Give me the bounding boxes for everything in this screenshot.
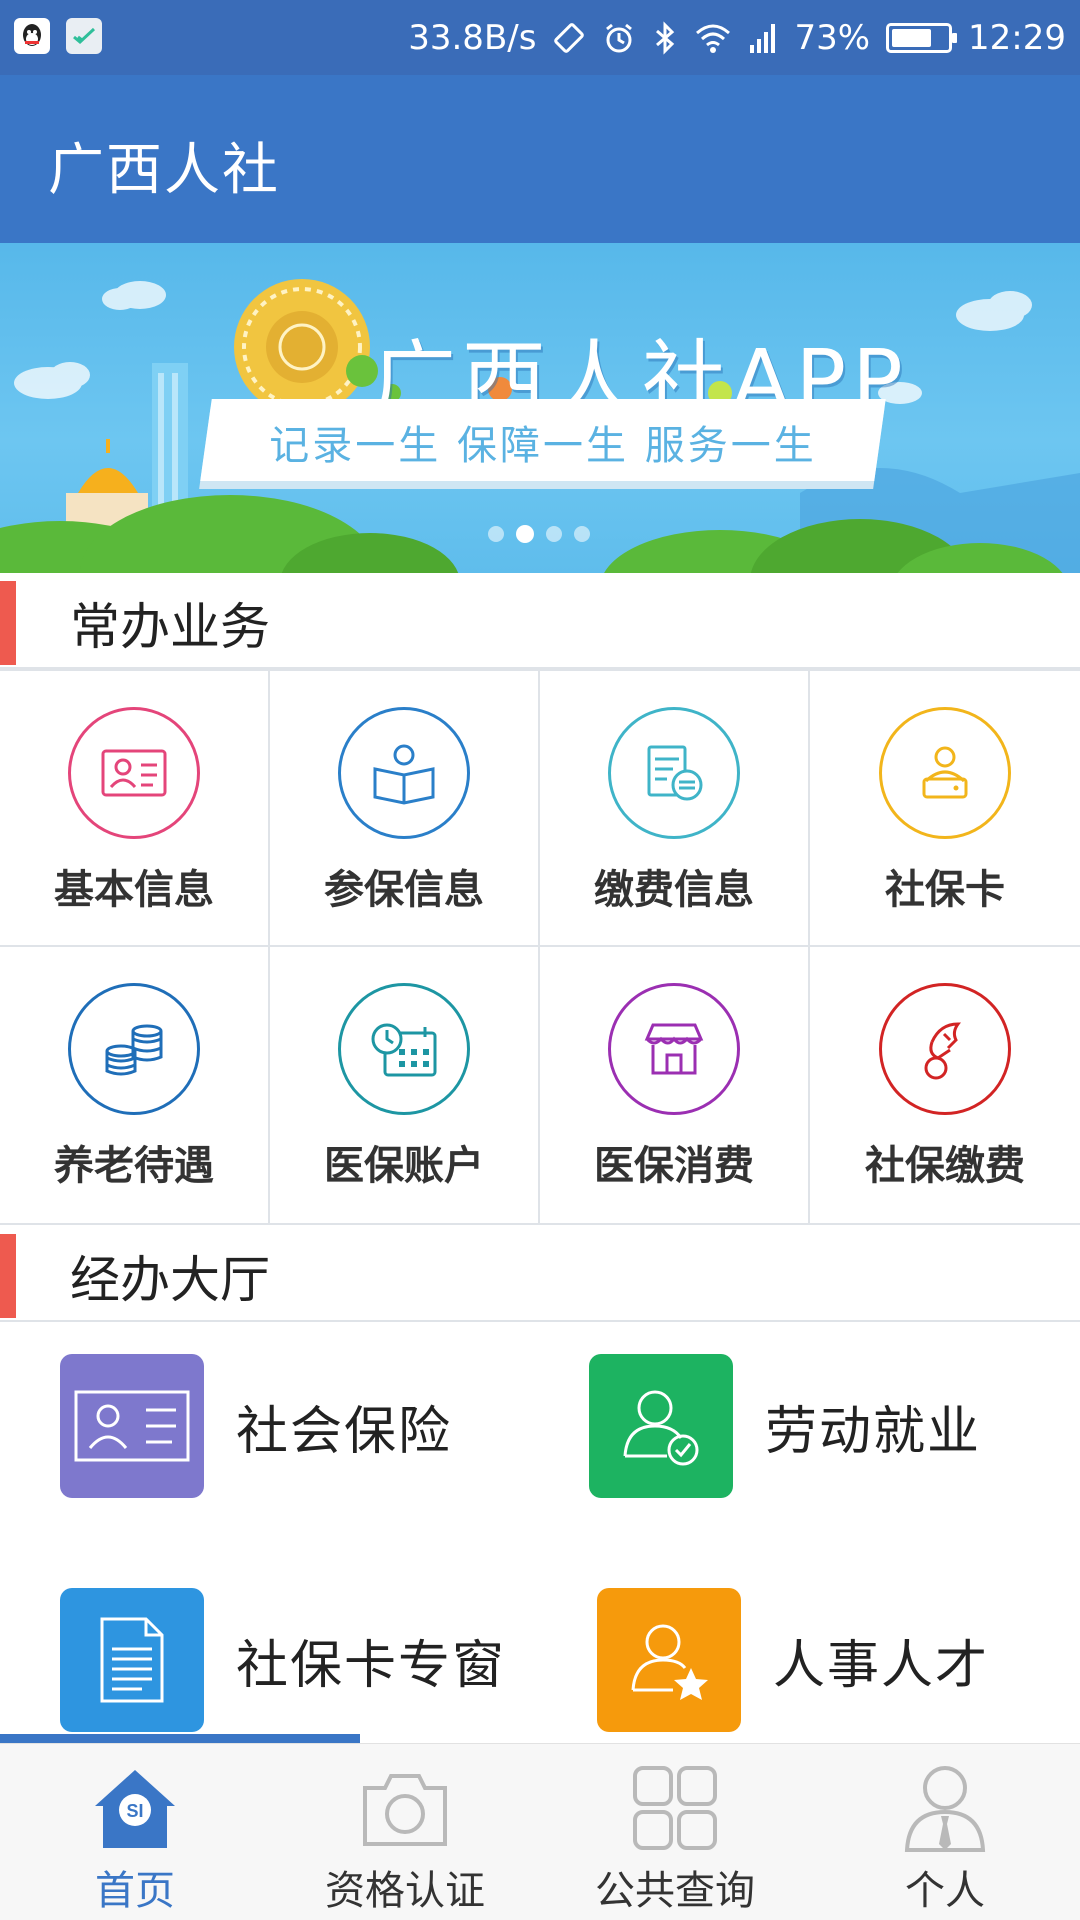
service-medical-consumption[interactable]: 医保消费 [540, 947, 810, 1223]
service-label: 医保消费 [594, 1143, 754, 1189]
qq-icon [14, 18, 50, 54]
service-label: 社保卡 [885, 867, 1005, 913]
bluetooth-icon [652, 20, 678, 55]
nav-home[interactable]: SI 首页 [0, 1744, 270, 1920]
id-card-icon [68, 707, 200, 839]
nav-label: 个人 [905, 1868, 985, 1914]
payment-document-icon [608, 707, 740, 839]
service-label: 参保信息 [324, 867, 484, 913]
nav-public-query[interactable]: 公共查询 [540, 1744, 810, 1920]
camera-icon [355, 1758, 455, 1858]
hall-item-label: 劳动就业 [765, 1401, 982, 1462]
home-icon: SI [85, 1758, 185, 1858]
grid-icon [625, 1758, 725, 1858]
signal-icon [748, 21, 778, 55]
battery-icon [886, 22, 958, 53]
card-reader-icon [879, 707, 1011, 839]
hall-item-label: 社会保险 [236, 1401, 453, 1462]
notification-icons [14, 18, 102, 54]
status-bar: 33.8B/s 73% 12:29 [0, 0, 1080, 75]
rotate-icon [552, 21, 586, 55]
carousel-dots [488, 525, 590, 543]
service-basic-info[interactable]: 基本信息 [0, 671, 270, 947]
user-icon [895, 1758, 995, 1858]
service-payment-info[interactable]: 缴费信息 [540, 671, 810, 947]
svg-text:SI: SI [126, 1801, 143, 1821]
app-bar: 广西人社 [0, 75, 1080, 243]
carousel-dot[interactable] [488, 526, 504, 542]
section-accent-bar [0, 1234, 16, 1318]
document-icon [60, 1588, 204, 1732]
store-icon [608, 983, 740, 1115]
service-pension[interactable]: 养老待遇 [0, 947, 270, 1223]
service-social-payment[interactable]: 社保缴费 [810, 947, 1080, 1223]
carousel-dot[interactable] [574, 526, 590, 542]
service-hall: 社会保险 劳动就业 社保卡专窗 人事人才 [0, 1322, 1080, 1734]
banner-carousel[interactable]: 广西人社APP 记录一生 保障一生 服务一生 [0, 243, 1080, 573]
service-insurance-info[interactable]: 参保信息 [270, 671, 540, 947]
wifi-icon [694, 21, 732, 55]
id-card-icon [60, 1354, 204, 1498]
wechat-check-icon [66, 18, 102, 54]
section-accent-bar [0, 581, 16, 665]
clock-calendar-icon [338, 983, 470, 1115]
hall-social-card-window[interactable]: 社保卡专窗 [60, 1588, 506, 1732]
nav-label: 资格认证 [325, 1868, 485, 1914]
battery-percent: 73% [794, 17, 871, 58]
nav-personal[interactable]: 个人 [810, 1744, 1080, 1920]
tab-indicator [0, 1734, 360, 1743]
coins-stack-icon [68, 983, 200, 1115]
carousel-dot[interactable] [546, 526, 562, 542]
hall-social-insurance[interactable]: 社会保险 [60, 1354, 452, 1498]
hall-item-label: 人事人才 [773, 1635, 990, 1696]
alarm-icon [602, 21, 636, 55]
hall-item-label: 社保卡专窗 [236, 1635, 507, 1696]
service-medical-account[interactable]: 医保账户 [270, 947, 540, 1223]
nav-label: 公共查询 [595, 1868, 755, 1914]
common-services-grid: 基本信息 参保信息 缴费信息 社保卡 养老待遇 医保账户 医保消费 社保缴费 [0, 669, 1080, 1225]
hall-personnel-talent[interactable]: 人事人才 [597, 1588, 989, 1732]
nav-qualification[interactable]: 资格认证 [270, 1744, 540, 1920]
nav-label: 首页 [95, 1868, 175, 1914]
carousel-dot[interactable] [516, 525, 534, 543]
user-check-icon [589, 1354, 733, 1498]
service-label: 社保缴费 [865, 1143, 1025, 1189]
bottom-navigation: SI 首页 资格认证 公共查询 个人 [0, 1743, 1080, 1920]
book-reader-icon [338, 707, 470, 839]
service-label: 养老待遇 [54, 1143, 214, 1189]
network-speed: 33.8B/s [408, 17, 537, 58]
banner-slogan: 记录一生 保障一生 服务一生 [269, 423, 817, 469]
user-star-icon [597, 1588, 741, 1732]
common-section-title: 常办业务 [70, 598, 270, 656]
service-label: 基本信息 [54, 867, 214, 913]
service-label: 缴费信息 [594, 867, 754, 913]
hall-section-header: 经办大厅 [0, 1226, 1080, 1322]
service-label: 医保账户 [324, 1143, 484, 1189]
app-title: 广西人社 [48, 138, 280, 203]
common-section-header: 常办业务 [0, 573, 1080, 669]
hand-coin-icon [879, 983, 1011, 1115]
service-social-card[interactable]: 社保卡 [810, 671, 1080, 947]
hall-labor-employment[interactable]: 劳动就业 [589, 1354, 981, 1498]
clock: 12:29 [968, 17, 1066, 58]
hall-section-title: 经办大厅 [70, 1251, 270, 1309]
